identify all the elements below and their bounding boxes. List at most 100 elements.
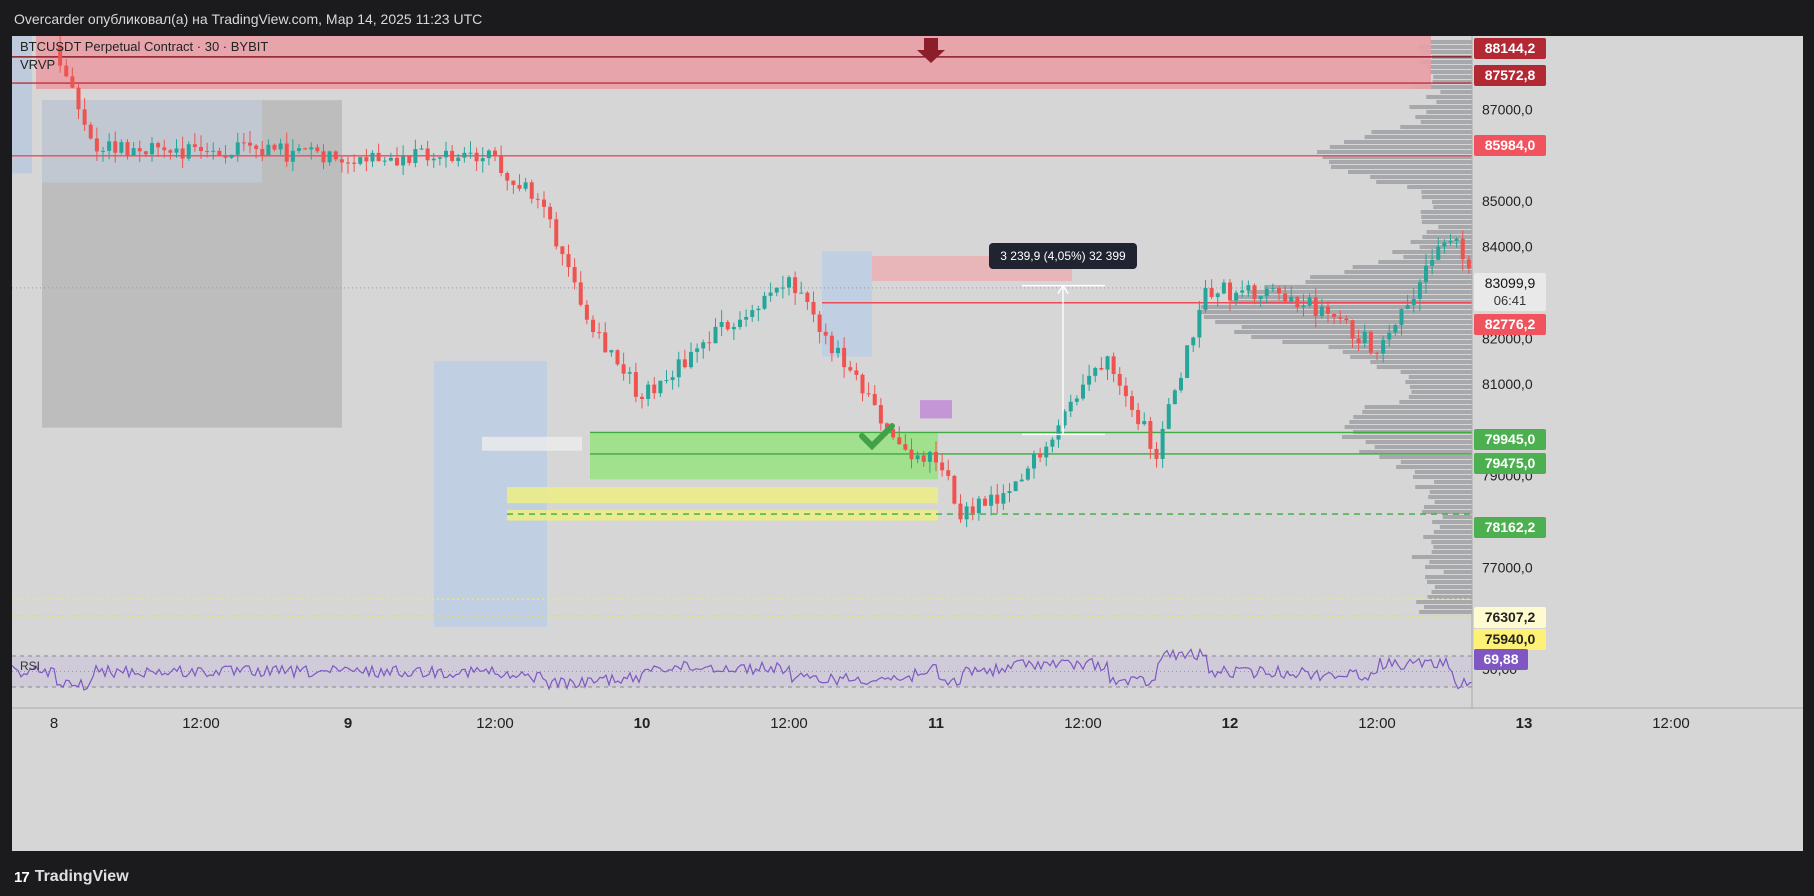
candle-body (542, 199, 546, 207)
candle-body (1393, 324, 1398, 333)
candle-body (486, 150, 491, 159)
candle-body (162, 147, 167, 151)
rsi-value-text: 69,88 (1483, 651, 1518, 667)
candle-body (303, 148, 308, 150)
candle-body (1228, 282, 1232, 301)
y-tick-label: 84000,0 (1482, 239, 1533, 255)
candle-body (738, 319, 742, 327)
candle-body (1307, 297, 1312, 306)
candle-body (1381, 339, 1386, 354)
tradingview-brand[interactable]: 17 TradingView (14, 868, 129, 886)
volume-profile-bar (1400, 125, 1472, 129)
candle-body (548, 206, 553, 220)
candle-body (615, 350, 620, 365)
candle-body (1019, 479, 1024, 482)
volume-profile-bar (1426, 110, 1472, 114)
candle-body (1448, 240, 1453, 243)
volume-profile-bar (1420, 120, 1472, 124)
vrvp-legend: VRVP (20, 57, 55, 72)
candle-body (1074, 398, 1079, 402)
candle-body (364, 157, 369, 162)
candle-body (150, 143, 154, 155)
candle-body (633, 372, 638, 397)
candle-body (952, 475, 957, 504)
candle-body (1466, 259, 1471, 269)
candle-body (909, 449, 914, 460)
candle-body (793, 277, 798, 294)
candle-body (609, 350, 614, 353)
volume-profile-bar (1422, 235, 1472, 239)
candle-body (248, 142, 252, 146)
candle-body (125, 142, 130, 156)
volume-profile-bar (1400, 460, 1472, 464)
candle-body (1093, 367, 1098, 376)
volume-profile-bar (1251, 335, 1472, 339)
candle-body (774, 287, 779, 293)
volume-profile-bar (1200, 305, 1472, 309)
candle-body (174, 148, 179, 153)
candle-body (1436, 246, 1441, 260)
price-label-text: 76307,2 (1485, 609, 1536, 625)
candle-body (958, 503, 963, 520)
x-tick-label: 8 (50, 715, 58, 732)
candle-body (1332, 313, 1337, 318)
candle-body (1301, 305, 1306, 308)
x-tick-label: 12:00 (182, 715, 220, 732)
candle-body (1172, 390, 1177, 405)
candle-body (1240, 290, 1245, 293)
candle-body (670, 377, 675, 381)
candle-body (1044, 446, 1049, 458)
candle-body (229, 154, 234, 158)
candle-body (1411, 298, 1416, 305)
volume-profile-bar (1317, 150, 1472, 154)
candle-body (168, 150, 173, 153)
candle-body (1111, 356, 1116, 375)
candle-body (505, 173, 510, 181)
brand-name: TradingView (34, 868, 129, 885)
volume-profile-bar (1408, 375, 1472, 379)
candle-body (1319, 306, 1324, 317)
candle-body (1399, 309, 1404, 325)
candle-body (1013, 481, 1018, 492)
rsi-legend: RSI (20, 659, 40, 673)
candle-body (241, 142, 246, 144)
candle-body (113, 141, 118, 153)
candle-body (658, 380, 663, 394)
candle-body (1160, 428, 1165, 459)
x-tick-label: 12 (1222, 715, 1239, 732)
volume-profile-bar (1344, 270, 1472, 274)
volume-profile-bar (1442, 515, 1472, 519)
candle-body (1056, 425, 1061, 440)
candle-body (309, 147, 314, 150)
chart-svg[interactable]: 3 239,9 (4,05%) 32 399 87000,0 85000,0 840… (12, 36, 1803, 851)
candle-body (1313, 297, 1318, 317)
candle-body (1295, 296, 1300, 308)
candle-body (284, 143, 289, 162)
volume-profile-bar (1434, 480, 1472, 484)
candle-body (480, 158, 485, 162)
candle-body (848, 367, 853, 371)
volume-profile-bar (1328, 345, 1472, 349)
candle-body (934, 451, 938, 463)
volume-profile-bar (1371, 130, 1472, 134)
candle-body (523, 182, 528, 189)
x-tick-label: 9 (344, 715, 352, 732)
candle-body (1099, 367, 1104, 370)
candle-body (621, 364, 626, 374)
volume-profile-bar (1350, 355, 1472, 359)
x-tick-label: 12:00 (770, 715, 808, 732)
candle-body (664, 380, 669, 382)
candle-body (695, 348, 700, 352)
volume-profile-bar (1215, 320, 1472, 324)
chart-frame[interactable]: 3 239,9 (4,05%) 32 399 87000,0 85000,0 840… (12, 36, 1803, 851)
candle-body (493, 150, 497, 156)
candle-body (860, 374, 865, 394)
candle-body (456, 157, 461, 161)
volume-profile-bar (1434, 500, 1472, 504)
price-label-text: 78162,2 (1485, 519, 1536, 535)
candle-body (1087, 375, 1092, 385)
x-tick-label: 10 (634, 715, 651, 732)
volume-profile-bar (1411, 390, 1472, 394)
candle-body (676, 359, 681, 378)
candle-body (970, 506, 975, 514)
